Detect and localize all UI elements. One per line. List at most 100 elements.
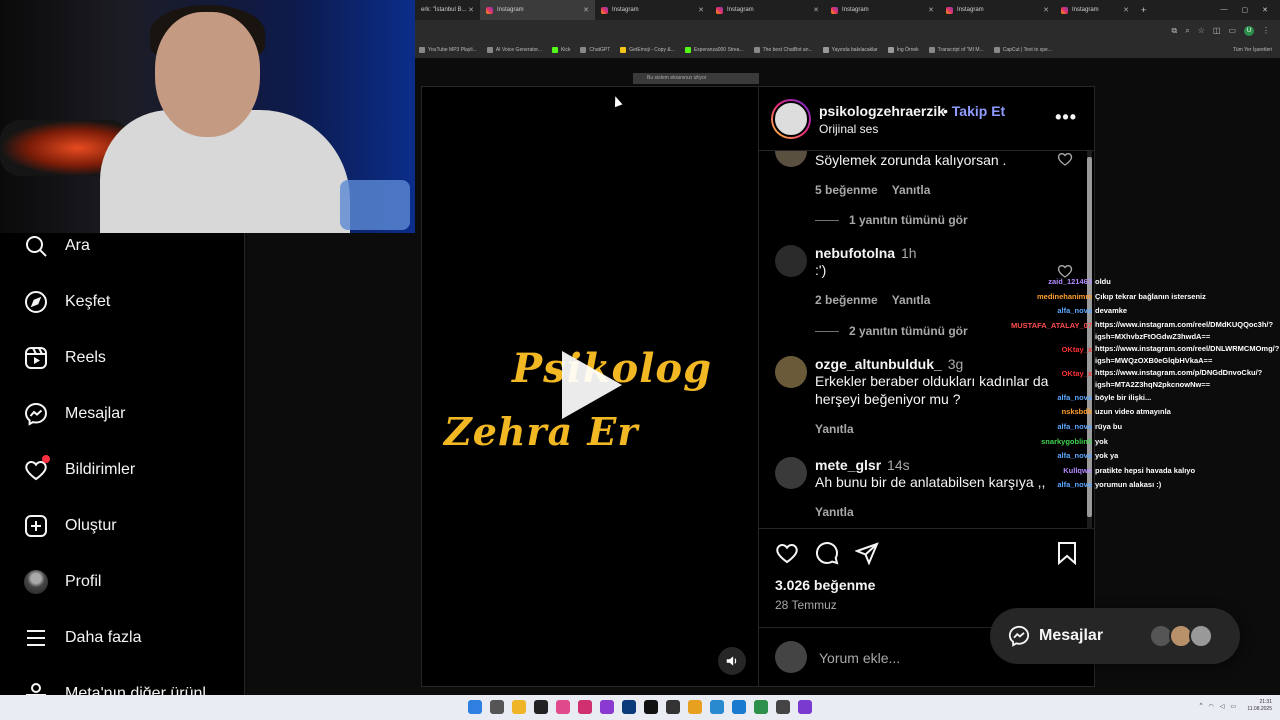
app-icon[interactable] (534, 700, 548, 714)
sidebar-item-messages[interactable]: Mesajlar (24, 401, 125, 427)
chat-username[interactable]: alfa_nova (992, 420, 1095, 435)
bookmark[interactable]: Transcript of "MI M... (928, 47, 984, 53)
comment-bubble-icon[interactable] (815, 541, 839, 565)
bookmark[interactable]: Kick (551, 47, 570, 53)
chat-username[interactable]: Kullqwe (992, 464, 1095, 479)
sidebar-item-explore[interactable]: Keşfet (24, 289, 110, 315)
like-heart-icon[interactable] (775, 541, 799, 565)
play-icon[interactable] (562, 351, 622, 419)
view-replies-button[interactable]: 1 yanıtın tümünü gör (815, 213, 968, 227)
chat-username[interactable]: zaid_121463 (992, 275, 1095, 290)
app-icon[interactable] (710, 700, 724, 714)
chat-username[interactable]: MUSTAFA_ATALAY_07 (992, 319, 1095, 343)
chat-username[interactable]: OKtay_x (992, 367, 1095, 391)
commenter-username[interactable]: nebufotolna 1h (815, 245, 1085, 261)
messages-floating-button[interactable]: Mesajlar (990, 608, 1240, 664)
zoom-icon[interactable]: ⌕ (1185, 26, 1189, 36)
share-send-icon[interactable] (855, 541, 879, 565)
close-icon[interactable]: ✕ (698, 6, 704, 14)
minimize-icon[interactable]: — (1221, 6, 1228, 14)
chat-username[interactable]: medinehanimm (992, 290, 1095, 305)
browser-tab[interactable]: erk: "İstanbul B... ✕ (415, 0, 480, 20)
comment-likes[interactable]: 2 beğenme (815, 293, 878, 307)
chat-username[interactable]: snarkygoblin0 (992, 435, 1095, 450)
close-icon[interactable]: ✕ (928, 6, 934, 14)
address-bar[interactable]: ⧉ ⌕ ☆ ◫ ▭ U ⋮ (415, 20, 1280, 42)
commenter-avatar[interactable] (775, 151, 807, 167)
app-icon[interactable] (754, 700, 768, 714)
bookmark-save-icon[interactable] (1055, 541, 1079, 565)
start-icon[interactable] (468, 700, 482, 714)
bookmark[interactable]: ChatGPT (580, 47, 610, 53)
sidebar-item-reels[interactable]: Reels (24, 345, 106, 371)
sidebar-item-search[interactable]: Ara (24, 233, 90, 259)
close-icon[interactable]: ✕ (1123, 6, 1129, 14)
chrome-icon[interactable] (688, 700, 702, 714)
browser-tab[interactable]: Instagram ✕ (1055, 0, 1135, 20)
likes-count[interactable]: 3.026 beğenme (775, 577, 875, 593)
follow-button[interactable]: • Takip Et (943, 103, 1005, 119)
app-icon[interactable] (776, 700, 790, 714)
chevron-up-icon[interactable]: ^ (1200, 703, 1203, 710)
reply-button[interactable]: Yanıtla (815, 505, 854, 519)
bookmark[interactable]: AI Voice Generator... (486, 47, 542, 53)
app-icon[interactable] (556, 700, 570, 714)
bookmark[interactable]: The best ChatBot an... (753, 47, 813, 53)
sidebar-icon[interactable]: ▭ (1228, 26, 1236, 36)
close-icon[interactable]: ✕ (1043, 6, 1049, 14)
reply-button[interactable]: Yanıtla (892, 293, 931, 307)
chat-username[interactable]: OKtay_x (992, 343, 1095, 367)
search-icon[interactable] (490, 700, 504, 714)
close-window-icon[interactable]: ✕ (1262, 6, 1268, 14)
wifi-icon[interactable]: ◠ (1208, 703, 1213, 710)
app-icon[interactable] (732, 700, 746, 714)
bookmark-folder[interactable]: İng Örnek (887, 47, 919, 53)
browser-tab[interactable]: Instagram ✕ (940, 0, 1055, 20)
sidebar-item-profile[interactable]: Profil (24, 569, 101, 595)
sidebar-item-notifications[interactable]: Bildirimler (24, 455, 135, 483)
comment-input[interactable]: Yorum ekle... (819, 650, 900, 666)
commenter-avatar[interactable] (775, 245, 807, 277)
bookmark[interactable]: GetEmoji - Copy &... (620, 47, 675, 53)
close-icon[interactable]: ✕ (813, 6, 819, 14)
heart-icon[interactable] (1057, 151, 1073, 167)
more-options-icon[interactable]: ••• (1055, 107, 1077, 128)
app-icon[interactable] (666, 700, 680, 714)
reply-button[interactable]: Yanıtla (892, 183, 931, 197)
bookmark[interactable]: CapCut | Text to spe... (993, 47, 1052, 53)
all-bookmarks[interactable]: Tüm Yer İşaretleri (1233, 47, 1272, 53)
install-icon[interactable]: ⧉ (1172, 26, 1178, 36)
app-icon[interactable] (600, 700, 614, 714)
sidebar-item-more[interactable]: Daha fazla (24, 625, 142, 651)
browser-tab-active[interactable]: Instagram ✕ (480, 0, 595, 20)
maximize-icon[interactable]: ▢ (1242, 6, 1249, 14)
chat-username[interactable]: alfa_nova (992, 449, 1095, 464)
commenter-avatar[interactable] (775, 457, 807, 489)
sidebar-item-create[interactable]: Oluştur (24, 513, 117, 539)
author-username[interactable]: psikologzehraerzik (819, 103, 945, 119)
close-icon[interactable]: ✕ (468, 6, 474, 14)
reel-video[interactable]: Psikolog Zehra Er (421, 86, 759, 687)
star-icon[interactable]: ☆ (1198, 26, 1205, 36)
browser-tab[interactable]: Instagram ✕ (710, 0, 825, 20)
bookmark-folder[interactable]: Yayında bakılacaklar (822, 47, 878, 53)
chat-username[interactable]: nsksbdk (992, 405, 1095, 420)
photoshop-icon[interactable] (622, 700, 636, 714)
volume-button[interactable] (718, 647, 746, 675)
close-icon[interactable]: ✕ (583, 6, 589, 14)
clock[interactable]: 21:31 11.08.2025 (1247, 699, 1272, 713)
menu-dots-icon[interactable]: ⋮ (1262, 26, 1270, 36)
battery-icon[interactable]: ▭ (1230, 703, 1236, 710)
bookmark[interactable]: YouTube MP3 Playli... (419, 47, 477, 53)
author-avatar[interactable] (771, 99, 811, 139)
view-replies-button[interactable]: 2 yanıtın tümünü gör (815, 324, 968, 338)
chat-username[interactable]: alfa_nova (992, 478, 1095, 493)
profile-avatar[interactable]: U (1244, 26, 1254, 36)
file-explorer-icon[interactable] (512, 700, 526, 714)
instagram-icon[interactable] (578, 700, 592, 714)
audio-label[interactable]: Orijinal ses (819, 122, 878, 136)
extensions-icon[interactable]: ◫ (1213, 26, 1221, 36)
volume-icon[interactable]: ◁ (1220, 703, 1225, 710)
comment-likes[interactable]: 5 beğenme (815, 183, 878, 197)
app-icon[interactable] (798, 700, 812, 714)
